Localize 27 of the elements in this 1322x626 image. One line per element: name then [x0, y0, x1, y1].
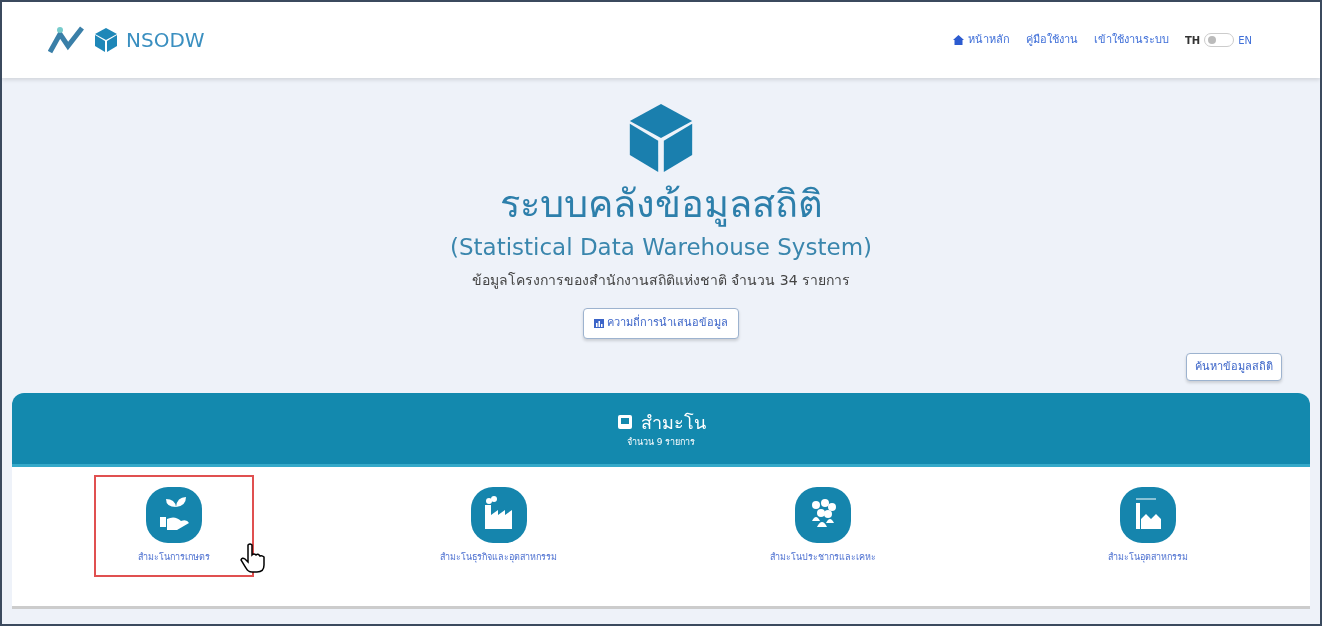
language-label: EN: [1238, 33, 1252, 48]
page-title: ระบบคลังข้อมูลสถิติ: [499, 182, 823, 226]
cube-icon: [94, 27, 118, 53]
book-icon: [616, 414, 633, 431]
brand-name: NSODW: [126, 27, 205, 54]
chart-logo-icon: [48, 24, 86, 56]
summary-text: ข้อมูลโครงการของสำนักงานสถิติแห่งชาติ จำนวน 34 รายการ: [471, 272, 851, 289]
category-count: จำนวน 9 รายการ: [626, 435, 696, 449]
page-subtitle: (Statistical Data Warehouse System): [450, 233, 872, 260]
factory-icon: [470, 487, 527, 544]
nav-link[interactable]: คู่มือใช้งาน: [1026, 31, 1078, 49]
language-label: TH: [1185, 33, 1201, 48]
language-toggle[interactable]: [1204, 33, 1235, 47]
category-item[interactable]: สำมะโนธุรกิจและอุตสาหกรรม: [418, 475, 579, 577]
category-item[interactable]: สำมะโนประชากรและเคหะ: [743, 475, 904, 577]
people-icon: [795, 487, 852, 544]
frequency-button[interactable]: ความถี่การนำเสนอข้อมูล: [583, 308, 739, 339]
category-item[interactable]: สำมะโนอุตสาหกรรม: [1067, 475, 1228, 577]
home-link[interactable]: หน้าหลัก: [953, 31, 1010, 49]
bar-chart-icon: [594, 318, 604, 328]
hand-cursor-icon: [240, 542, 267, 573]
category-title: สำมะโน: [640, 410, 706, 435]
industry-icon: [1119, 487, 1176, 544]
nav-link[interactable]: เข้าใช้งานระบบ: [1094, 31, 1169, 49]
home-icon: [953, 35, 964, 45]
agriculture-icon: [146, 487, 203, 544]
search-statistics-button[interactable]: ค้นหาข้อมูลสถิติ: [1186, 352, 1282, 382]
